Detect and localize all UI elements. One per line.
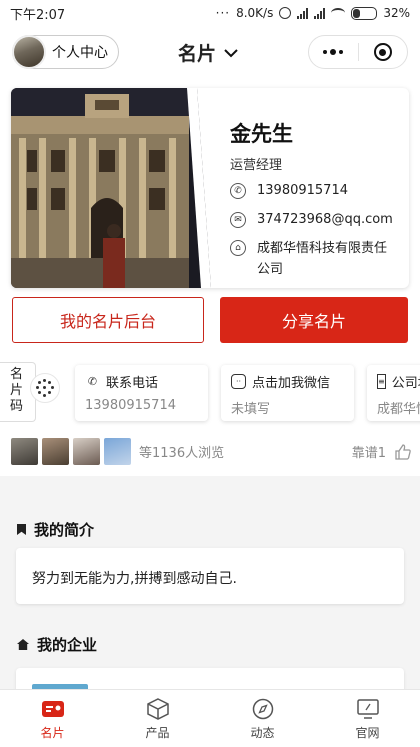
wechat-icon: ·· xyxy=(231,374,246,389)
tab-moments[interactable]: 动态 xyxy=(210,690,315,747)
card-area: 金先生 运营经理 ✆ 13980915714 ✉ 374723968@qq.co… xyxy=(0,80,420,476)
personal-center-label: 个人中心 xyxy=(52,45,108,61)
mini-program-capsule xyxy=(308,35,408,69)
close-button[interactable] xyxy=(359,36,408,68)
business-card[interactable]: 金先生 运营经理 ✆ 13980915714 ✉ 374723968@qq.co… xyxy=(11,88,409,288)
more-button[interactable] xyxy=(309,36,358,68)
viewer-avatar xyxy=(42,438,69,465)
status-bar: 下午2:07 ··· 8.0K/s 32% xyxy=(0,0,420,26)
contact-value: 未填写 xyxy=(231,402,271,417)
page-title-dropdown[interactable]: 名片 xyxy=(178,39,238,66)
likes-count: 靠谱1 xyxy=(351,446,386,461)
viewer-avatar xyxy=(11,438,38,465)
enterprise-heading: 我的企业 xyxy=(37,636,98,654)
card-icon xyxy=(41,701,64,717)
contact-value: 成都华悟科技 xyxy=(377,402,420,417)
status-time: 下午2:07 xyxy=(10,7,66,23)
box-icon xyxy=(146,698,169,720)
signal-hd-icon xyxy=(314,7,326,19)
card-email-row[interactable]: ✉ 374723968@qq.com xyxy=(230,212,393,228)
card-position: 运营经理 xyxy=(230,158,283,173)
notification-dots-icon: ··· xyxy=(215,6,231,20)
viewers-row[interactable]: 等1136人浏览 xyxy=(11,438,224,465)
wifi-icon xyxy=(331,8,346,18)
contact-label: 点击加我微信 xyxy=(252,376,331,391)
contact-label: 联系电话 xyxy=(106,376,159,391)
tab-products[interactable]: 产品 xyxy=(105,690,210,747)
contact-wechat-card[interactable]: ·· 点击加我微信 未填写 xyxy=(221,365,354,421)
contact-address-card[interactable]: ≡ 公司地址 成都华悟科技 xyxy=(367,365,420,421)
tab-website[interactable]: 官网 xyxy=(315,690,420,747)
intro-heading: 我的简介 xyxy=(34,521,95,539)
alarm-icon xyxy=(279,7,292,19)
card-email: 374723968@qq.com xyxy=(257,212,393,227)
personal-center-button[interactable]: 个人中心 xyxy=(12,35,119,69)
intro-content: 努力到无能为力,拼搏到感动自己. xyxy=(32,571,237,587)
like-button[interactable]: 靠谱1 xyxy=(352,442,412,461)
tab-bar: 名片 产品 动态 官网 xyxy=(0,689,420,747)
tab-label: 名片 xyxy=(40,726,65,740)
building-icon: ≡ xyxy=(377,374,386,389)
thumbs-up-icon xyxy=(395,443,411,460)
card-phone: 13980915714 xyxy=(257,183,348,198)
contact-phone-card[interactable]: ✆ 联系电话 13980915714 xyxy=(75,365,208,421)
avatar xyxy=(12,35,46,69)
share-card-button[interactable]: 分享名片 xyxy=(220,297,408,343)
card-company-row[interactable]: ⌂ 成都华悟科技有限责任公司 xyxy=(230,238,397,280)
tab-label: 官网 xyxy=(355,726,380,740)
qr-code-icon xyxy=(36,379,54,397)
battery-icon xyxy=(351,6,378,20)
viewer-avatar xyxy=(73,438,100,465)
card-name: 金先生 xyxy=(230,122,293,146)
tab-label: 产品 xyxy=(145,726,170,740)
home-icon: ⌂ xyxy=(230,240,246,256)
bookmark-icon xyxy=(17,524,26,535)
tab-card[interactable]: 名片 xyxy=(0,690,105,747)
close-target-icon xyxy=(373,43,392,61)
compass-icon xyxy=(252,698,273,720)
tab-label: 动态 xyxy=(250,726,275,740)
intro-heading-row: 我的简介 xyxy=(17,519,94,540)
mail-icon: ✉ xyxy=(230,212,246,228)
card-photo xyxy=(11,88,211,288)
enterprise-heading-row: 我的企业 xyxy=(17,634,97,655)
page-title: 名片 xyxy=(178,43,217,65)
card-qr-label: 名片码 xyxy=(10,367,24,414)
contact-value: 13980915714 xyxy=(85,398,176,413)
card-company: 成都华悟科技有限责任公司 xyxy=(257,241,388,277)
intro-box: 努力到无能为力,拼搏到感动自己. xyxy=(16,548,404,604)
monitor-icon xyxy=(356,699,379,719)
home-icon xyxy=(17,639,29,650)
more-dots-icon xyxy=(323,49,344,55)
signal-icon xyxy=(297,7,309,19)
status-indicators: ··· 8.0K/s 32% xyxy=(216,6,410,20)
chevron-down-icon xyxy=(224,48,238,57)
contact-label: 公司地址 xyxy=(391,376,420,391)
navbar: 个人中心 名片 xyxy=(0,26,420,80)
network-speed: 8.0K/s xyxy=(236,6,274,20)
qr-button[interactable] xyxy=(30,373,60,403)
phone-icon: ✆ xyxy=(230,183,246,199)
phone-icon: ✆ xyxy=(87,375,98,388)
my-card-backend-button[interactable]: 我的名片后台 xyxy=(12,297,204,343)
battery-percent: 32% xyxy=(383,6,410,20)
viewer-avatar xyxy=(104,438,131,465)
viewers-count: 等1136人浏览 xyxy=(139,446,225,461)
card-phone-row[interactable]: ✆ 13980915714 xyxy=(230,183,348,199)
